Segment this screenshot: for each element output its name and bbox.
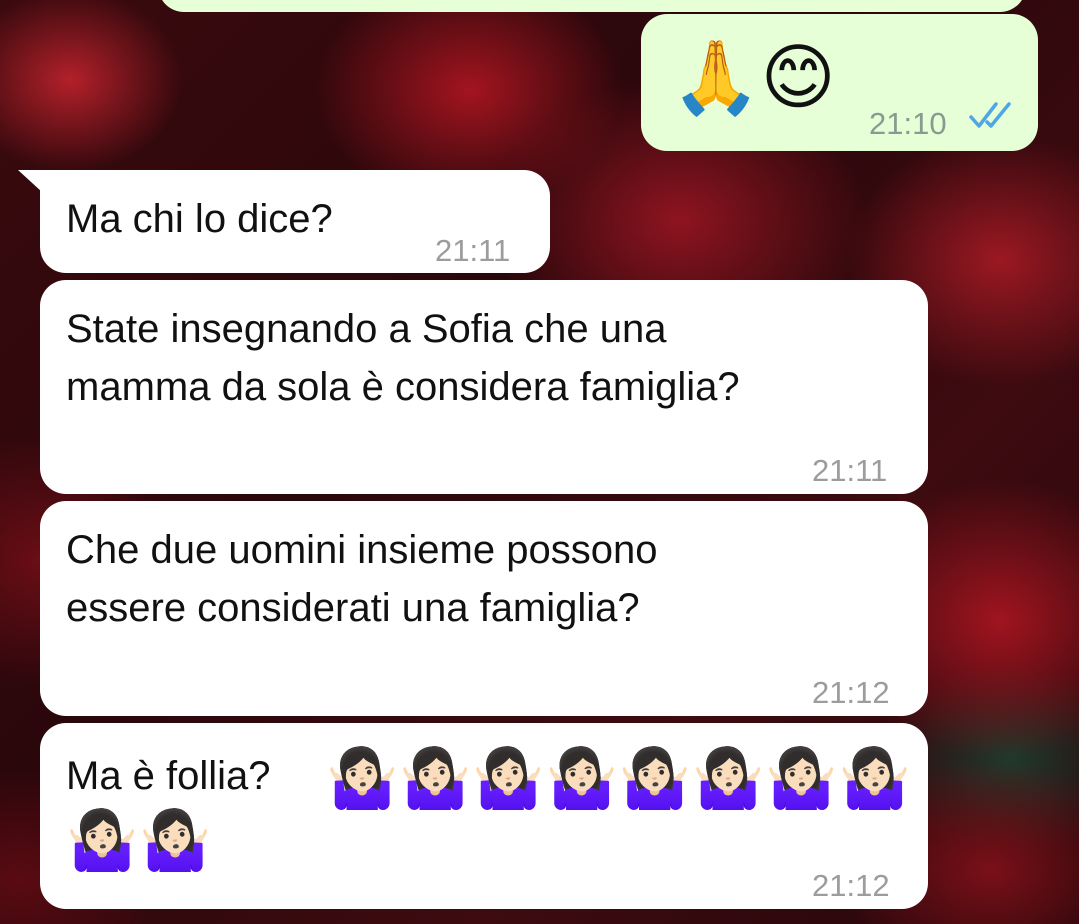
message-bubble-incoming[interactable]: Ma è follia? 🤷🏻‍♀️🤷🏻‍♀️🤷🏻‍♀️🤷🏻‍♀️🤷🏻‍♀️🤷🏻… bbox=[40, 723, 928, 909]
message-time: 21:10 bbox=[869, 106, 947, 141]
message-bubble-outgoing[interactable]: 🙏😊 21:10 bbox=[641, 14, 1038, 151]
message-time: 21:12 bbox=[812, 868, 890, 903]
bubble-tail bbox=[18, 170, 42, 192]
pray-smile-emoji: 🙏😊 bbox=[671, 35, 836, 119]
message-text: Ma chi lo dice? bbox=[66, 197, 333, 241]
message-time: 21:12 bbox=[812, 675, 890, 710]
message-bubble-partial[interactable] bbox=[158, 0, 1026, 12]
message-time: 21:11 bbox=[812, 453, 888, 488]
message-bubble-incoming[interactable]: Ma chi lo dice? 21:11 bbox=[18, 170, 550, 273]
message-bubble-incoming[interactable]: Che due uomini insieme possono essere co… bbox=[40, 501, 928, 716]
double-check-read-icon bbox=[969, 102, 1011, 128]
message-time: 21:11 bbox=[435, 233, 511, 268]
message-text: State insegnando a Sofia che una mamma d… bbox=[66, 307, 740, 409]
message-bubble-incoming[interactable]: State insegnando a Sofia che una mamma d… bbox=[40, 280, 928, 494]
woman-shrugging-emoji-row: 🤷🏻‍♀️🤷🏻‍♀️🤷🏻‍♀️🤷🏻‍♀️🤷🏻‍♀️🤷🏻‍♀️🤷🏻‍♀️🤷🏻‍♀️… bbox=[66, 744, 912, 874]
message-text: Che due uomini insieme possono essere co… bbox=[66, 528, 658, 630]
